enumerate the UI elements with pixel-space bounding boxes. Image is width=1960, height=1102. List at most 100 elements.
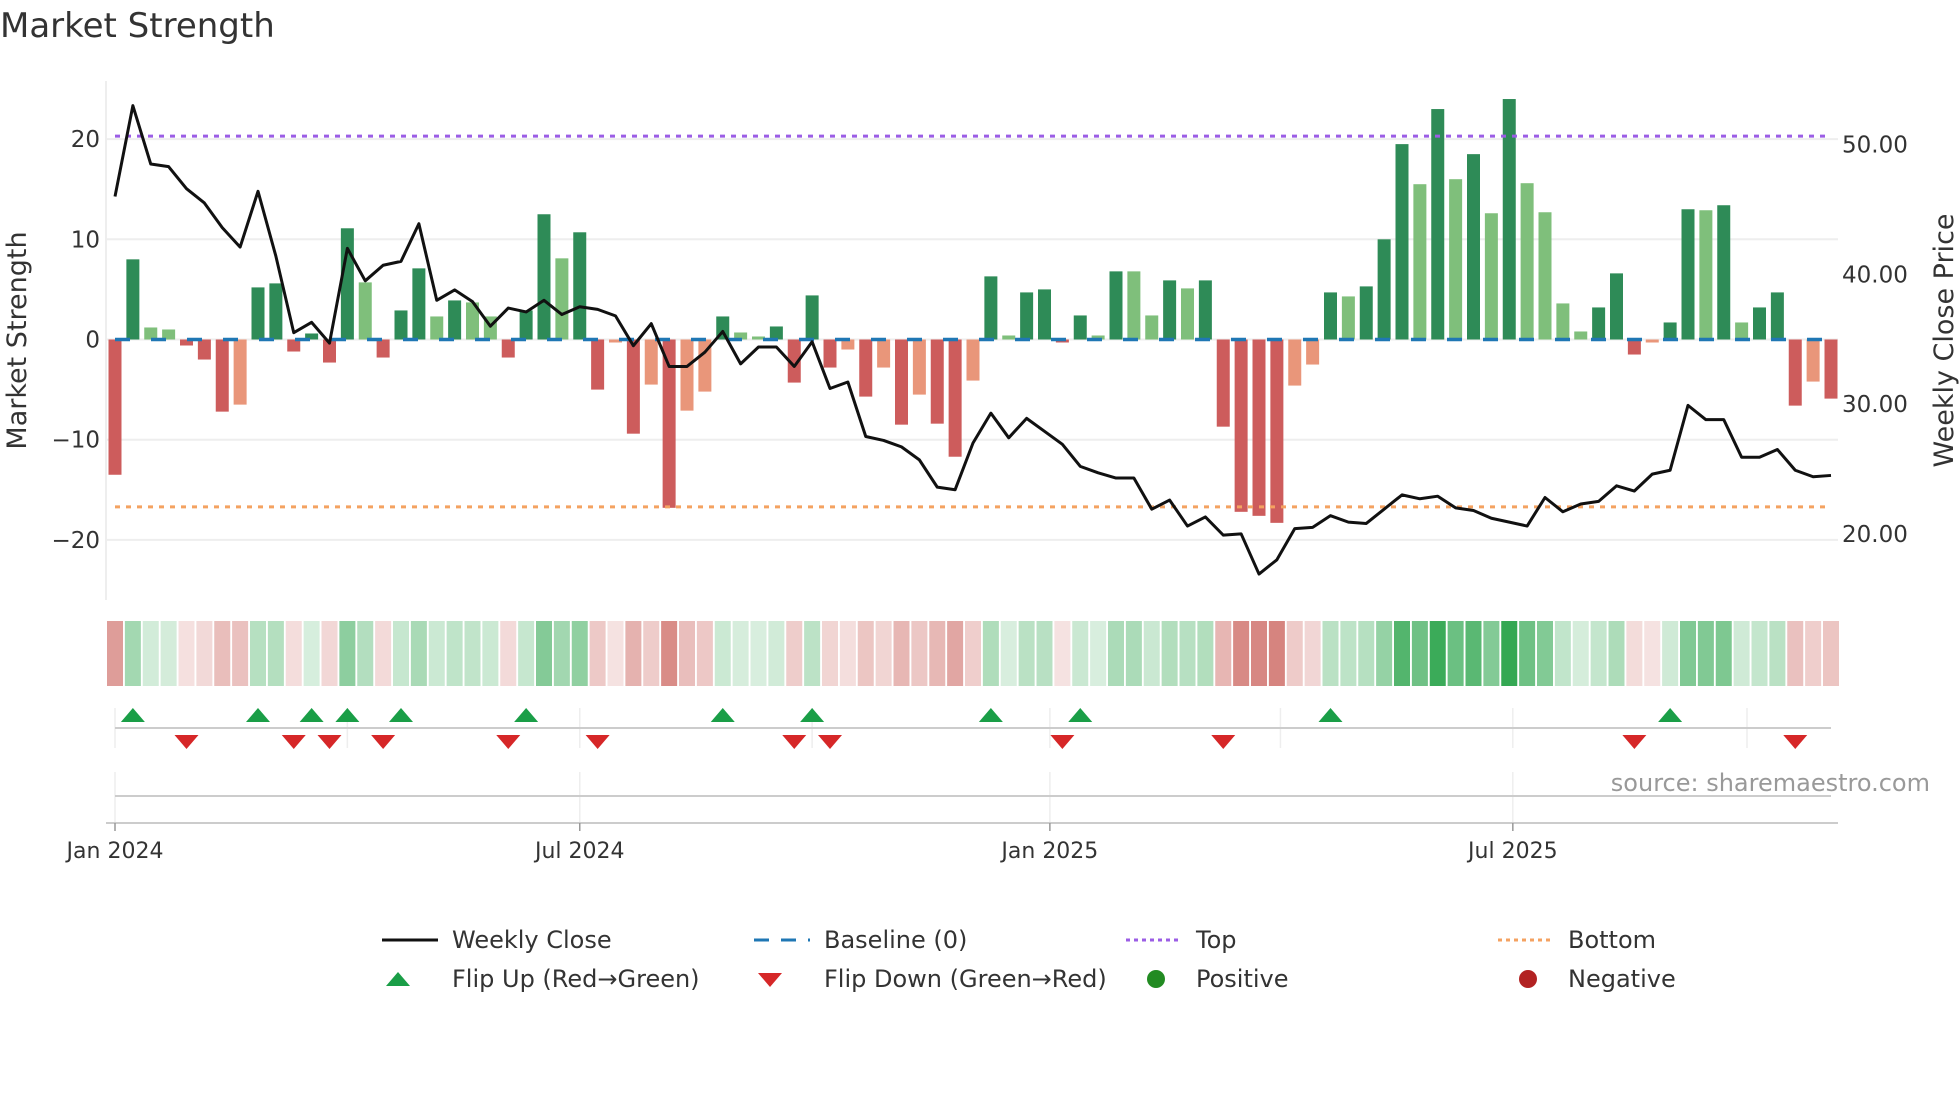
strength-bar: [233, 339, 247, 405]
heat-strip-cell: [1090, 621, 1107, 686]
flip-up-marker: [800, 708, 825, 722]
y2-tick-label: 40.00: [1842, 262, 1908, 288]
strength-bar: [108, 339, 122, 475]
y2-tick-label: 20.00: [1842, 522, 1908, 548]
strength-bar: [1377, 239, 1391, 340]
strength-bar: [1306, 339, 1320, 365]
flip-up-marker: [1318, 708, 1343, 722]
strength-bar: [1627, 339, 1641, 355]
heat-strip-cell: [1519, 621, 1536, 686]
heat-strip-cell: [1733, 621, 1750, 686]
strength-bar: [1735, 322, 1749, 340]
y-tick-label: 20: [71, 127, 100, 153]
strength-bar: [930, 339, 944, 424]
strength-bar: [966, 339, 980, 381]
legend-top: Top: [1124, 922, 1237, 958]
y-tick-label: −10: [51, 428, 100, 454]
strength-bar: [287, 339, 301, 352]
flip-up-marker: [1658, 708, 1683, 722]
strength-bar: [555, 258, 569, 340]
strength-bar: [1359, 286, 1373, 340]
strength-bar: [269, 283, 283, 340]
heat-strip-cell: [1465, 621, 1482, 686]
strength-bar: [448, 300, 462, 340]
heat-strip-cell: [1304, 621, 1321, 686]
legend-bottom: Bottom: [1496, 922, 1656, 958]
heat-strip-cell: [696, 621, 713, 686]
strength-bar: [877, 339, 891, 368]
strength-bar: [1163, 280, 1177, 340]
strength-bar: [1484, 213, 1498, 340]
heat-strip-cell: [1626, 621, 1643, 686]
heat-strip-cell: [553, 621, 570, 686]
strength-bar: [1681, 209, 1695, 340]
strength-bar: [1806, 339, 1820, 382]
strength-bar: [984, 276, 998, 340]
flip-up-marker: [1068, 708, 1093, 722]
heat-strip-cell: [589, 621, 606, 686]
heat-strip-cell: [1805, 621, 1822, 686]
strength-bar: [1270, 339, 1284, 523]
strength-bar: [1413, 184, 1427, 340]
heat-strip-cell: [1233, 621, 1250, 686]
strength-bar: [537, 214, 551, 340]
dashed-line-swatch-icon: [754, 938, 810, 942]
x-tick-label: Jan 2025: [999, 839, 1098, 864]
y2-tick-label: 50.00: [1842, 133, 1908, 159]
heat-strip-cell: [178, 621, 195, 686]
strength-bar: [340, 228, 354, 340]
heat-strip-cell: [1823, 621, 1839, 686]
strength-bar: [1145, 315, 1159, 340]
flip-down-marker: [782, 735, 807, 749]
heat-strip-cell: [1161, 621, 1178, 686]
y2-tick-label: 30.00: [1842, 392, 1908, 418]
legend-positive: Positive: [1124, 961, 1289, 997]
heat-strip-cell: [875, 621, 892, 686]
legend-label: Positive: [1196, 965, 1289, 993]
heat-strip-cell: [250, 621, 266, 686]
heat-strip-cell: [410, 621, 427, 686]
y-tick-label: −20: [51, 528, 100, 554]
strength-bar: [1020, 292, 1034, 340]
flip-up-marker: [389, 708, 413, 722]
heat-strip-cell: [857, 621, 874, 686]
strength-bar: [1198, 280, 1212, 340]
heat-strip-cell: [661, 621, 678, 686]
strength-bar: [1252, 339, 1266, 516]
heat-strip-cell: [714, 621, 731, 686]
heat-strip-cell: [1751, 621, 1768, 686]
strength-bar: [769, 326, 783, 340]
heat-strip-cell: [1787, 621, 1804, 686]
flip-down-marker: [174, 735, 199, 749]
heat-strip-cell: [1537, 621, 1553, 686]
legend-label: Flip Down (Green→Red): [824, 965, 1107, 993]
heat-strip-cell: [839, 621, 856, 686]
strength-bar: [215, 339, 229, 412]
heat-strip-cell: [1036, 621, 1053, 686]
strength-bar: [1038, 289, 1051, 340]
strength-bar: [591, 339, 605, 390]
heat-strip-cell: [822, 621, 838, 686]
heat-strip-cell: [929, 621, 946, 686]
heat-strip-cell: [285, 621, 302, 686]
heat-strip-cell: [124, 621, 141, 686]
y-tick-label: 10: [71, 227, 100, 253]
flip-down-marker: [1050, 735, 1075, 749]
strength-bar: [1431, 109, 1445, 340]
heat-strip-cell: [1697, 621, 1714, 686]
heat-strip-cell: [375, 621, 392, 686]
heat-strip-cell: [982, 621, 999, 686]
heat-strip-cell: [267, 621, 284, 686]
flip-down-marker: [1783, 735, 1808, 749]
strength-bar: [1288, 339, 1302, 386]
strength-bar: [519, 310, 533, 340]
legend-baseline: Baseline (0): [752, 922, 967, 958]
heat-strip-cell: [1179, 621, 1196, 686]
strength-bar: [1520, 183, 1534, 340]
heat-strip-cell: [357, 621, 374, 686]
strength-bar: [1663, 322, 1677, 340]
legend: Weekly Close Baseline (0) Top Bottom Fli…: [0, 922, 1960, 1002]
heat-strip-cell: [1501, 621, 1518, 686]
legend-label: Top: [1196, 926, 1237, 954]
heat-strip-cell: [232, 621, 249, 686]
